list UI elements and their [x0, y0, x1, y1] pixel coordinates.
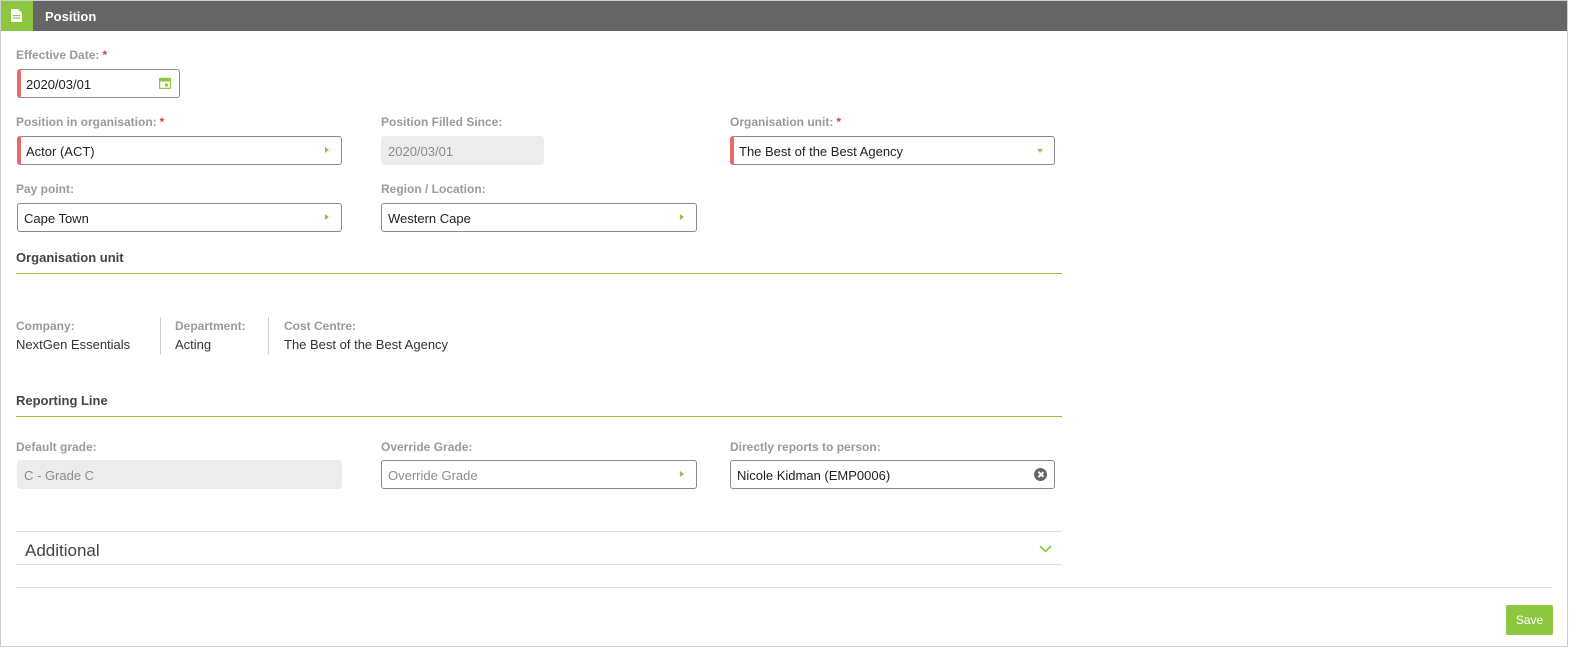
- directly-reports-to-label: Directly reports to person:: [730, 440, 881, 454]
- position-in-organisation-label: Position in organisation: *: [16, 115, 165, 129]
- info-divider: [268, 317, 269, 354]
- directly-reports-to-value: Nicole Kidman (EMP0006): [737, 468, 891, 483]
- clear-icon[interactable]: [1034, 468, 1047, 481]
- chevron-down-icon: [1039, 545, 1052, 553]
- calendar-icon[interactable]: [159, 77, 171, 89]
- additional-bottom-divider: [16, 564, 1062, 565]
- required-marker: *: [159, 115, 165, 129]
- department-value: Acting: [175, 337, 212, 352]
- position-panel: Position Effective Date: * 2020/03/01 Pos…: [0, 0, 1568, 647]
- pay-point-label: Pay point:: [16, 182, 75, 196]
- section-divider: [16, 273, 1062, 274]
- cost-centre-label: Cost Centre:: [284, 319, 357, 333]
- position-filled-since-value: 2020/03/01: [388, 144, 454, 159]
- organisation-unit-section-title: Organisation unit: [16, 250, 124, 265]
- default-grade-field: C - Grade C: [17, 460, 342, 489]
- default-grade-value: C - Grade C: [24, 468, 95, 483]
- cost-centre-value: The Best of the Best Agency: [284, 337, 449, 352]
- reporting-line-section-title: Reporting Line: [16, 393, 108, 408]
- pay-point-value: Cape Town: [24, 211, 89, 226]
- department-label: Department:: [175, 319, 246, 333]
- position-in-organisation-select[interactable]: Actor (ACT): [17, 136, 342, 165]
- panel-header: Position: [1, 1, 1567, 31]
- company-label: Company:: [16, 319, 75, 333]
- additional-title: Additional: [25, 541, 100, 560]
- position-filled-since-label: Position Filled Since:: [381, 115, 503, 129]
- organisation-unit-value: The Best of the Best Agency: [739, 144, 904, 159]
- additional-accordion-header[interactable]: Additional: [16, 532, 1062, 564]
- organisation-unit-label: Organisation unit: *: [730, 115, 842, 129]
- position-in-organisation-value: Actor (ACT): [26, 144, 95, 159]
- required-marker: *: [836, 115, 842, 129]
- panel-title: Position: [45, 9, 97, 24]
- directly-reports-to-field[interactable]: Nicole Kidman (EMP0006): [730, 460, 1055, 489]
- caret-right-icon: [325, 147, 329, 153]
- required-marker: *: [102, 48, 108, 62]
- effective-date-value: 2020/03/01: [26, 77, 92, 92]
- position-filled-since-field: 2020/03/01: [381, 136, 544, 165]
- region-location-label: Region / Location:: [381, 182, 486, 196]
- region-location-value: Western Cape: [388, 211, 471, 226]
- effective-date-label: Effective Date: *: [16, 48, 108, 62]
- info-divider: [160, 317, 161, 354]
- save-button[interactable]: Save: [1506, 605, 1553, 635]
- override-grade-select[interactable]: Override Grade: [381, 460, 697, 489]
- organisation-unit-select[interactable]: The Best of the Best Agency: [730, 136, 1055, 165]
- caret-right-icon: [680, 214, 684, 220]
- default-grade-label: Default grade:: [16, 440, 97, 454]
- section-divider: [16, 416, 1062, 417]
- document-icon: [1, 1, 33, 31]
- override-grade-placeholder: Override Grade: [388, 468, 478, 483]
- effective-date-field[interactable]: 2020/03/01: [17, 69, 180, 98]
- caret-right-icon: [680, 471, 684, 477]
- caret-down-icon: [1037, 149, 1043, 153]
- pay-point-select[interactable]: Cape Town: [17, 203, 342, 232]
- region-location-select[interactable]: Western Cape: [381, 203, 697, 232]
- footer-divider: [16, 587, 1552, 588]
- caret-right-icon: [325, 214, 329, 220]
- company-value: NextGen Essentials: [16, 337, 131, 352]
- override-grade-label: Override Grade:: [381, 440, 473, 454]
